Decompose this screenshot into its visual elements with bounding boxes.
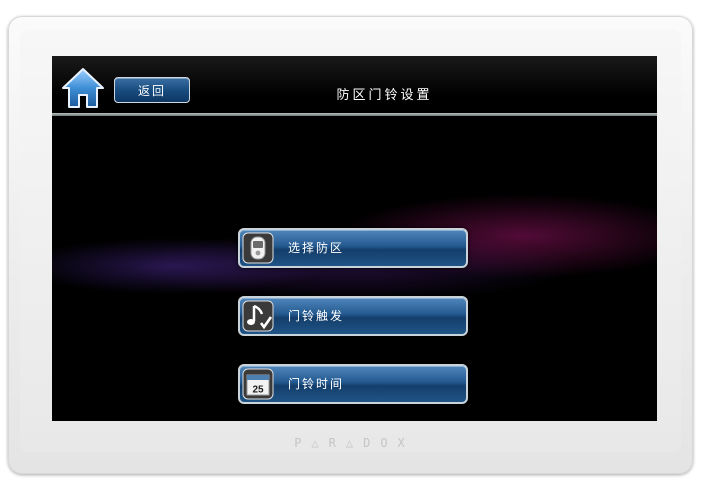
- calendar-icon: 25: [242, 368, 274, 400]
- brand-logo: P△R△DOX: [294, 436, 415, 450]
- keyfob-icon: [242, 232, 274, 264]
- page-title: 防区门铃设置: [336, 88, 433, 103]
- select-zone-label: 选择防区: [288, 241, 345, 255]
- music-note-check-icon: [242, 300, 274, 332]
- select-zone-button[interactable]: 选择防区: [238, 228, 468, 268]
- chime-time-label: 门铃时间: [288, 377, 345, 391]
- header-bar: 返回 防区门铃设置: [52, 56, 657, 113]
- chime-time-button[interactable]: 25 门铃时间: [238, 364, 468, 404]
- chime-trigger-label: 门铃触发: [288, 309, 345, 323]
- calendar-icon-number: 25: [252, 385, 264, 396]
- menu-area: 选择防区 门铃触发 25 门铃时间: [52, 116, 657, 421]
- touch-screen: 返回 防区门铃设置 选择防区 门铃触发 25 门铃时间: [52, 56, 657, 421]
- chime-trigger-button[interactable]: 门铃触发: [238, 296, 468, 336]
